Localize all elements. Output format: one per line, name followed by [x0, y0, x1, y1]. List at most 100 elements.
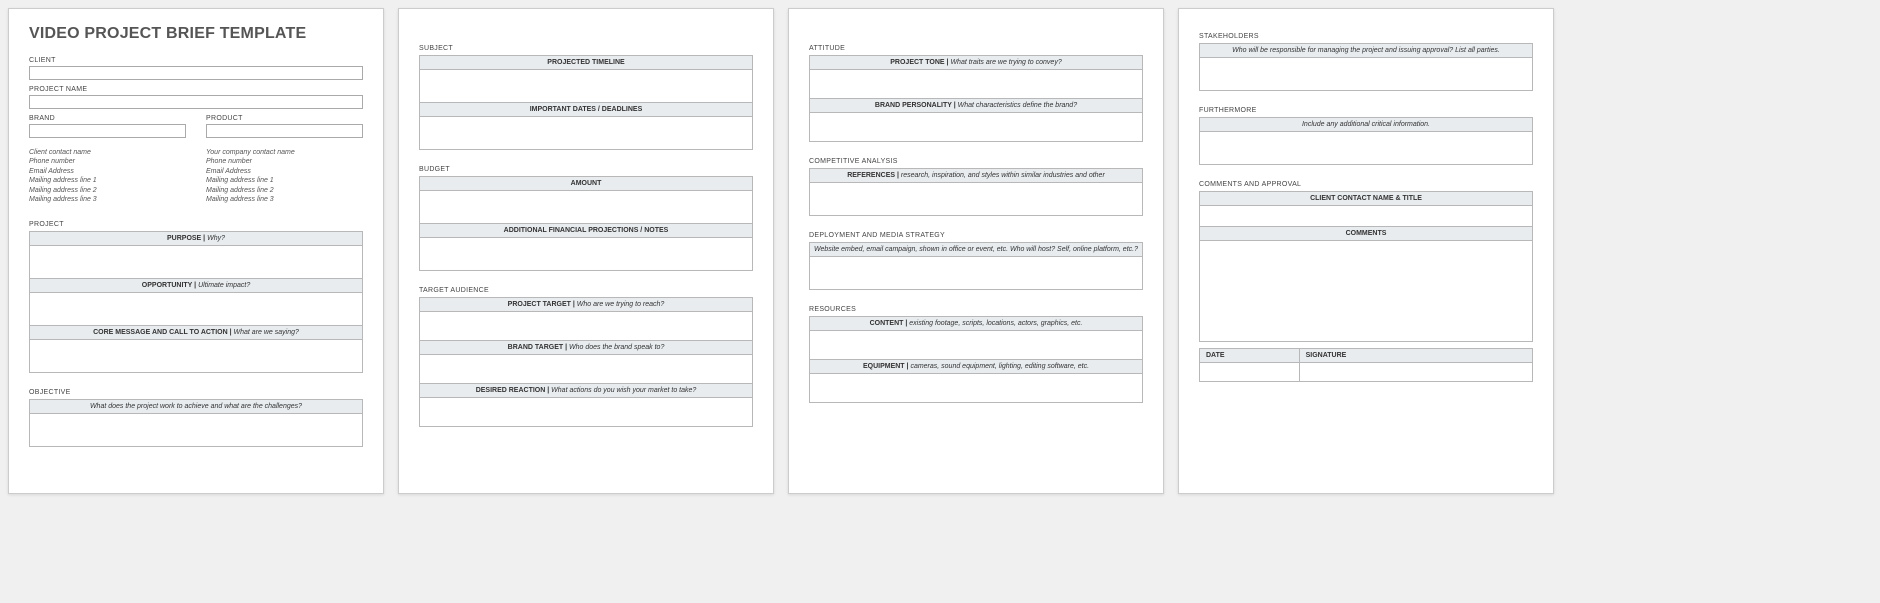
deployment-hint: Website embed, email campaign, shown in …	[814, 246, 1138, 253]
field-project-name: PROJECT NAME	[29, 86, 363, 109]
equipment-body[interactable]	[810, 374, 1142, 402]
amount-header: AMOUNT	[420, 177, 752, 191]
competitive-section-label: COMPETITIVE ANALYSIS	[809, 158, 1143, 165]
stakeholders-body[interactable]	[1200, 58, 1532, 90]
attitude-box: PROJECT TONE | What traits are we trying…	[809, 55, 1143, 142]
client-contact-title-body[interactable]	[1200, 206, 1532, 226]
furthermore-hint: Include any additional critical informat…	[1302, 121, 1430, 128]
projected-timeline-body[interactable]	[420, 70, 752, 102]
client-contact-addr3: Mailing address line 3	[29, 195, 186, 204]
contacts-row: Client contact name Phone number Email A…	[29, 138, 363, 205]
content-body[interactable]	[810, 331, 1142, 359]
equipment-label: EQUIPMENT	[863, 363, 905, 370]
furthermore-body[interactable]	[1200, 132, 1532, 164]
objective-section-label: OBJECTIVE	[29, 389, 363, 396]
desired-reaction-hint: What actions do you wish your market to …	[551, 387, 696, 394]
core-message-header: CORE MESSAGE AND CALL TO ACTION | What a…	[30, 325, 362, 340]
financial-notes-body[interactable]	[420, 238, 752, 270]
client-input[interactable]	[29, 66, 363, 80]
purpose-body[interactable]	[30, 246, 362, 278]
comments-header: COMMENTS	[1200, 226, 1532, 241]
content-header: CONTENT | existing footage, scripts, loc…	[810, 317, 1142, 331]
project-name-label: PROJECT NAME	[29, 86, 363, 93]
company-contact-addr2: Mailing address line 2	[206, 186, 363, 195]
company-contact-block: Your company contact name Phone number E…	[206, 148, 363, 205]
client-contact-addr2: Mailing address line 2	[29, 186, 186, 195]
opportunity-label: OPPORTUNITY	[142, 282, 192, 289]
deployment-body[interactable]	[810, 257, 1142, 289]
subject-box: PROJECTED TIMELINE IMPORTANT DATES / DEA…	[419, 55, 753, 150]
project-target-header: PROJECT TARGET | Who are we trying to re…	[420, 298, 752, 312]
desired-reaction-body[interactable]	[420, 398, 752, 426]
document-pages: VIDEO PROJECT BRIEF TEMPLATE CLIENT PROJ…	[8, 8, 1872, 494]
stakeholders-section-label: STAKEHOLDERS	[1199, 33, 1533, 40]
deployment-section-label: DEPLOYMENT AND MEDIA STRATEGY	[809, 232, 1143, 239]
brand-target-body[interactable]	[420, 355, 752, 383]
financial-notes-header: ADDITIONAL FINANCIAL PROJECTIONS / NOTES	[420, 223, 752, 238]
date-body[interactable]	[1200, 363, 1299, 381]
page-3: ATTITUDE PROJECT TONE | What traits are …	[788, 8, 1164, 494]
core-message-hint: What are we saying?	[234, 329, 299, 336]
signature-header: SIGNATURE	[1300, 349, 1532, 363]
project-target-hint: Who are we trying to reach?	[577, 301, 665, 308]
stakeholders-header: Who will be responsible for managing the…	[1200, 44, 1532, 58]
brand-personality-header: BRAND PERSONALITY | What characteristics…	[810, 98, 1142, 113]
client-contact-name: Client contact name	[29, 148, 186, 157]
objective-header: What does the project work to achieve an…	[30, 400, 362, 414]
comments-section-label: COMMENTS AND APPROVAL	[1199, 181, 1533, 188]
stakeholders-hint: Who will be responsible for managing the…	[1232, 47, 1500, 54]
attitude-section-label: ATTITUDE	[809, 45, 1143, 52]
comments-approval-box: CLIENT CONTACT NAME & TITLE COMMENTS	[1199, 191, 1533, 342]
project-name-input[interactable]	[29, 95, 363, 109]
client-contact-block: Client contact name Phone number Email A…	[29, 148, 186, 205]
company-contact-name: Your company contact name	[206, 148, 363, 157]
brand-input[interactable]	[29, 124, 186, 138]
date-header: DATE	[1200, 349, 1299, 363]
project-tone-hint: What traits are we trying to convey?	[950, 59, 1061, 66]
references-body[interactable]	[810, 183, 1142, 215]
resources-section-label: RESOURCES	[809, 306, 1143, 313]
opportunity-hint: Ultimate impact?	[198, 282, 250, 289]
purpose-hint: Why?	[207, 235, 225, 242]
brand-personality-body[interactable]	[810, 113, 1142, 141]
references-header: REFERENCES | research, inspiration, and …	[810, 169, 1142, 183]
brand-target-hint: Who does the brand speak to?	[569, 344, 664, 351]
project-target-body[interactable]	[420, 312, 752, 340]
furthermore-header: Include any additional critical informat…	[1200, 118, 1532, 132]
furthermore-section-label: FURTHERMORE	[1199, 107, 1533, 114]
deployment-header: Website embed, email campaign, shown in …	[810, 243, 1142, 257]
amount-body[interactable]	[420, 191, 752, 223]
comments-body[interactable]	[1200, 241, 1532, 341]
date-column: DATE	[1200, 349, 1300, 381]
stakeholders-box: Who will be responsible for managing the…	[1199, 43, 1533, 91]
signature-body[interactable]	[1300, 363, 1532, 381]
desired-reaction-label: DESIRED REACTION	[476, 387, 546, 394]
product-input[interactable]	[206, 124, 363, 138]
budget-section-label: BUDGET	[419, 166, 753, 173]
opportunity-header: OPPORTUNITY | Ultimate impact?	[30, 278, 362, 293]
important-dates-body[interactable]	[420, 117, 752, 149]
client-contact-email: Email Address	[29, 167, 186, 176]
desired-reaction-header: DESIRED REACTION | What actions do you w…	[420, 383, 752, 398]
purpose-label: PURPOSE	[167, 235, 201, 242]
brand-target-header: BRAND TARGET | Who does the brand speak …	[420, 340, 752, 355]
field-brand: BRAND	[29, 109, 186, 138]
project-tone-body[interactable]	[810, 70, 1142, 98]
client-contact-addr1: Mailing address line 1	[29, 176, 186, 185]
page-2: SUBJECT PROJECTED TIMELINE IMPORTANT DAT…	[398, 8, 774, 494]
furthermore-box: Include any additional critical informat…	[1199, 117, 1533, 165]
subject-section-label: SUBJECT	[419, 45, 753, 52]
signature-column: SIGNATURE	[1300, 349, 1532, 381]
page-1: VIDEO PROJECT BRIEF TEMPLATE CLIENT PROJ…	[8, 8, 384, 494]
content-hint: existing footage, scripts, locations, ac…	[909, 320, 1082, 327]
objective-box: What does the project work to achieve an…	[29, 399, 363, 447]
project-tone-label: PROJECT TONE	[890, 59, 944, 66]
objective-body[interactable]	[30, 414, 362, 446]
core-message-body[interactable]	[30, 340, 362, 372]
target-audience-section-label: TARGET AUDIENCE	[419, 287, 753, 294]
equipment-hint: cameras, sound equipment, lighting, edit…	[910, 363, 1089, 370]
competitive-box: REFERENCES | research, inspiration, and …	[809, 168, 1143, 216]
core-message-label: CORE MESSAGE AND CALL TO ACTION	[93, 329, 228, 336]
company-contact-email: Email Address	[206, 167, 363, 176]
opportunity-body[interactable]	[30, 293, 362, 325]
